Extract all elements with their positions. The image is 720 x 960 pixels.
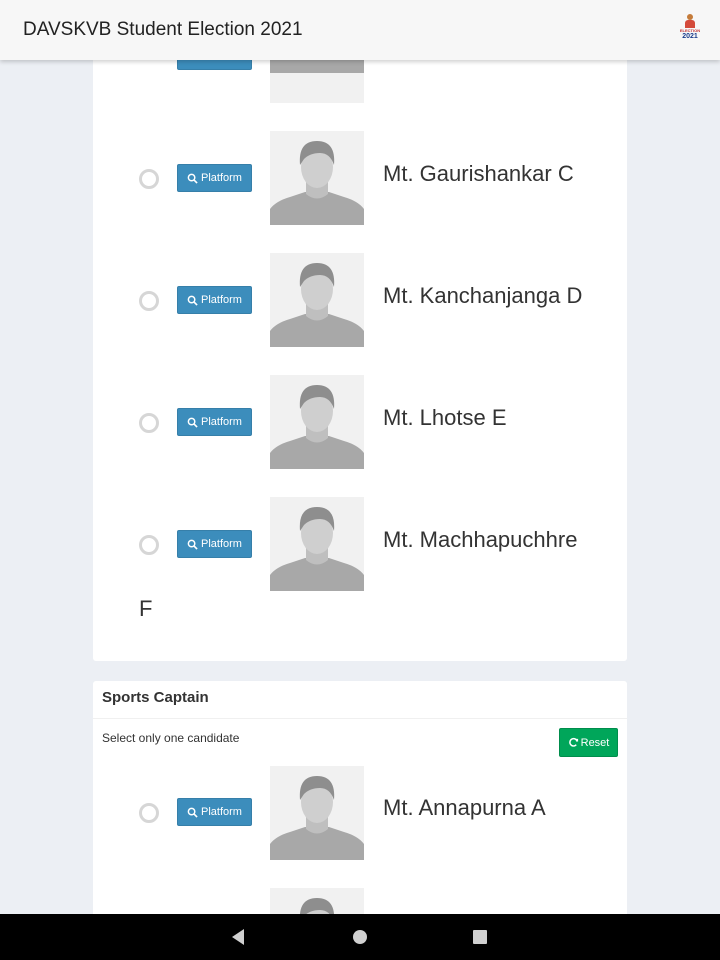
candidate-row: Platform Mt. Kanchanjanga D bbox=[93, 253, 627, 348]
candidate-name: Mt. Lhotse E bbox=[383, 405, 507, 430]
candidate-name: Mt. Machhapuchhre bbox=[383, 527, 578, 552]
platform-button[interactable]: Platform bbox=[177, 530, 252, 558]
candidate-name: Mt. Gaurishankar C bbox=[383, 161, 574, 186]
search-icon bbox=[187, 807, 198, 818]
search-icon bbox=[187, 173, 198, 184]
candidate-avatar bbox=[270, 253, 364, 347]
back-icon[interactable] bbox=[230, 928, 246, 946]
platform-button[interactable]: Platform bbox=[177, 408, 252, 436]
card-header: Sports Captain bbox=[93, 681, 627, 719]
search-icon bbox=[187, 539, 198, 550]
candidate-name-continued: F bbox=[139, 596, 153, 621]
candidate-avatar bbox=[270, 375, 364, 469]
candidate-avatar bbox=[270, 497, 364, 591]
search-icon bbox=[187, 417, 198, 428]
election-logo-icon: ELECTION 2021 bbox=[679, 14, 701, 44]
candidate-row: Platform Mt. Machhapuchhre bbox=[93, 497, 627, 592]
candidate-radio[interactable] bbox=[139, 413, 159, 433]
candidate-radio[interactable] bbox=[139, 169, 159, 189]
refresh-icon bbox=[568, 737, 578, 747]
system-navigation-bar bbox=[0, 914, 720, 960]
candidate-row: Platform Mt. Lhotse E bbox=[93, 375, 627, 470]
candidate-radio[interactable] bbox=[139, 535, 159, 555]
section-title: Sports Captain bbox=[102, 689, 209, 706]
selection-hint: Select only one candidate bbox=[102, 731, 240, 745]
search-icon bbox=[187, 295, 198, 306]
candidate-radio[interactable] bbox=[139, 291, 159, 311]
platform-button[interactable]: Platform bbox=[177, 164, 252, 192]
platform-button[interactable]: Platform bbox=[177, 798, 252, 826]
candidate-radio[interactable] bbox=[139, 803, 159, 823]
recents-icon[interactable] bbox=[473, 930, 487, 944]
app-bar: DAVSKVB Student Election 2021 ELECTION 2… bbox=[0, 0, 720, 60]
app-title: DAVSKVB Student Election 2021 bbox=[23, 19, 303, 40]
candidate-row: Platform Mt. Annapurna A bbox=[93, 766, 627, 861]
candidate-section-card: Platform Mt. Gaurishankar C Platform Mt.… bbox=[93, 0, 627, 661]
home-icon[interactable] bbox=[352, 929, 368, 945]
platform-button[interactable]: Platform bbox=[177, 286, 252, 314]
candidate-name: Mt. Annapurna A bbox=[383, 795, 546, 820]
candidate-name: Mt. Kanchanjanga D bbox=[383, 283, 583, 308]
sports-captain-card: Sports Captain Select only one candidate… bbox=[93, 681, 627, 960]
reset-button[interactable]: Reset bbox=[559, 728, 618, 757]
candidate-row: Platform Mt. Gaurishankar C bbox=[93, 131, 627, 226]
candidate-avatar bbox=[270, 131, 364, 225]
candidate-avatar bbox=[270, 766, 364, 860]
